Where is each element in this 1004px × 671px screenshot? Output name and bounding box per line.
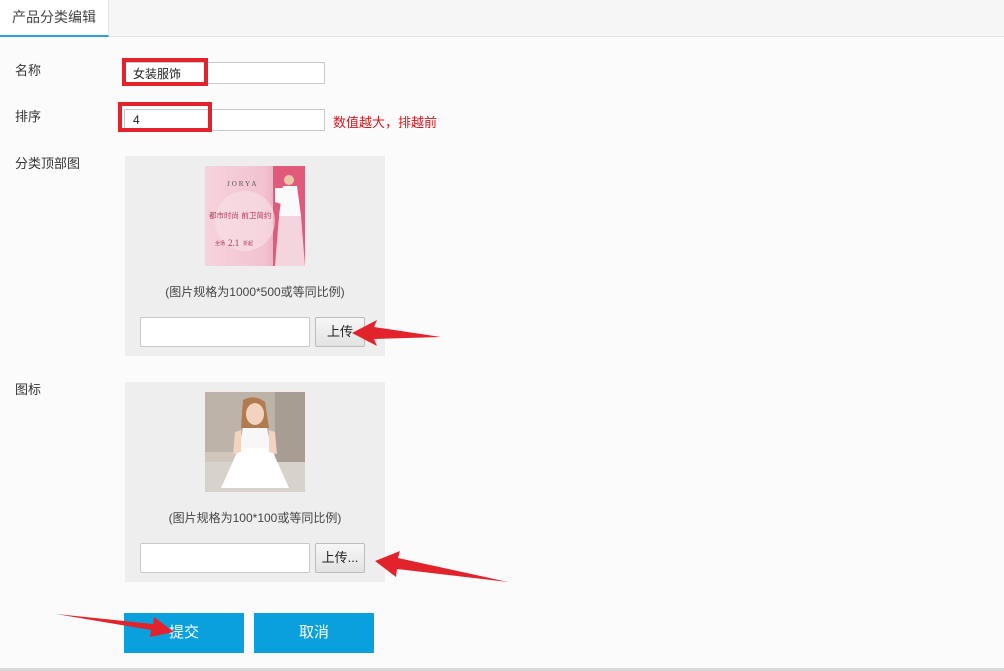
icon-label: 图标 — [15, 382, 42, 397]
banner-promo-prefix: 全场 — [215, 240, 225, 247]
sort-hint: 数值越大，排越前 — [333, 115, 438, 130]
icon-file-input[interactable] — [140, 543, 310, 573]
top-image-label: 分类顶部图 — [15, 156, 81, 171]
sort-input[interactable] — [124, 109, 325, 131]
tab-product-category-edit[interactable]: 产品分类编辑 — [0, 0, 109, 37]
banner-brand: JORYA — [227, 180, 258, 188]
top-image-panel: JORYA 都市时尚 前卫简约 全场 2.1 折起 (图片规格为1000*500… — [125, 156, 385, 356]
sort-label: 排序 — [15, 109, 42, 124]
arrow-upload-icon — [375, 551, 508, 582]
banner-tagline: 都市时尚 前卫简约 — [209, 210, 271, 220]
icon-panel: (图片规格为100*100或等同比例) 上传... — [125, 382, 385, 582]
submit-button[interactable]: 提交 — [124, 613, 244, 653]
banner-promo-number: 2.1 — [228, 238, 239, 248]
top-image-preview: JORYA 都市时尚 前卫简约 全场 2.1 折起 — [205, 166, 305, 266]
top-image-upload-button[interactable]: 上传 — [315, 317, 365, 347]
tab-bar: 产品分类编辑 — [0, 0, 1004, 37]
banner-promo-suffix: 折起 — [243, 240, 253, 247]
name-label: 名称 — [15, 63, 42, 78]
icon-preview — [205, 392, 305, 492]
icon-upload-button[interactable]: 上传... — [315, 543, 365, 573]
name-input[interactable] — [124, 62, 325, 84]
top-image-file-input[interactable] — [140, 317, 310, 347]
cancel-button[interactable]: 取消 — [254, 613, 374, 653]
top-image-caption: (图片规格为1000*500或等同比例) — [165, 285, 345, 299]
icon-caption: (图片规格为100*100或等同比例) — [168, 511, 342, 525]
